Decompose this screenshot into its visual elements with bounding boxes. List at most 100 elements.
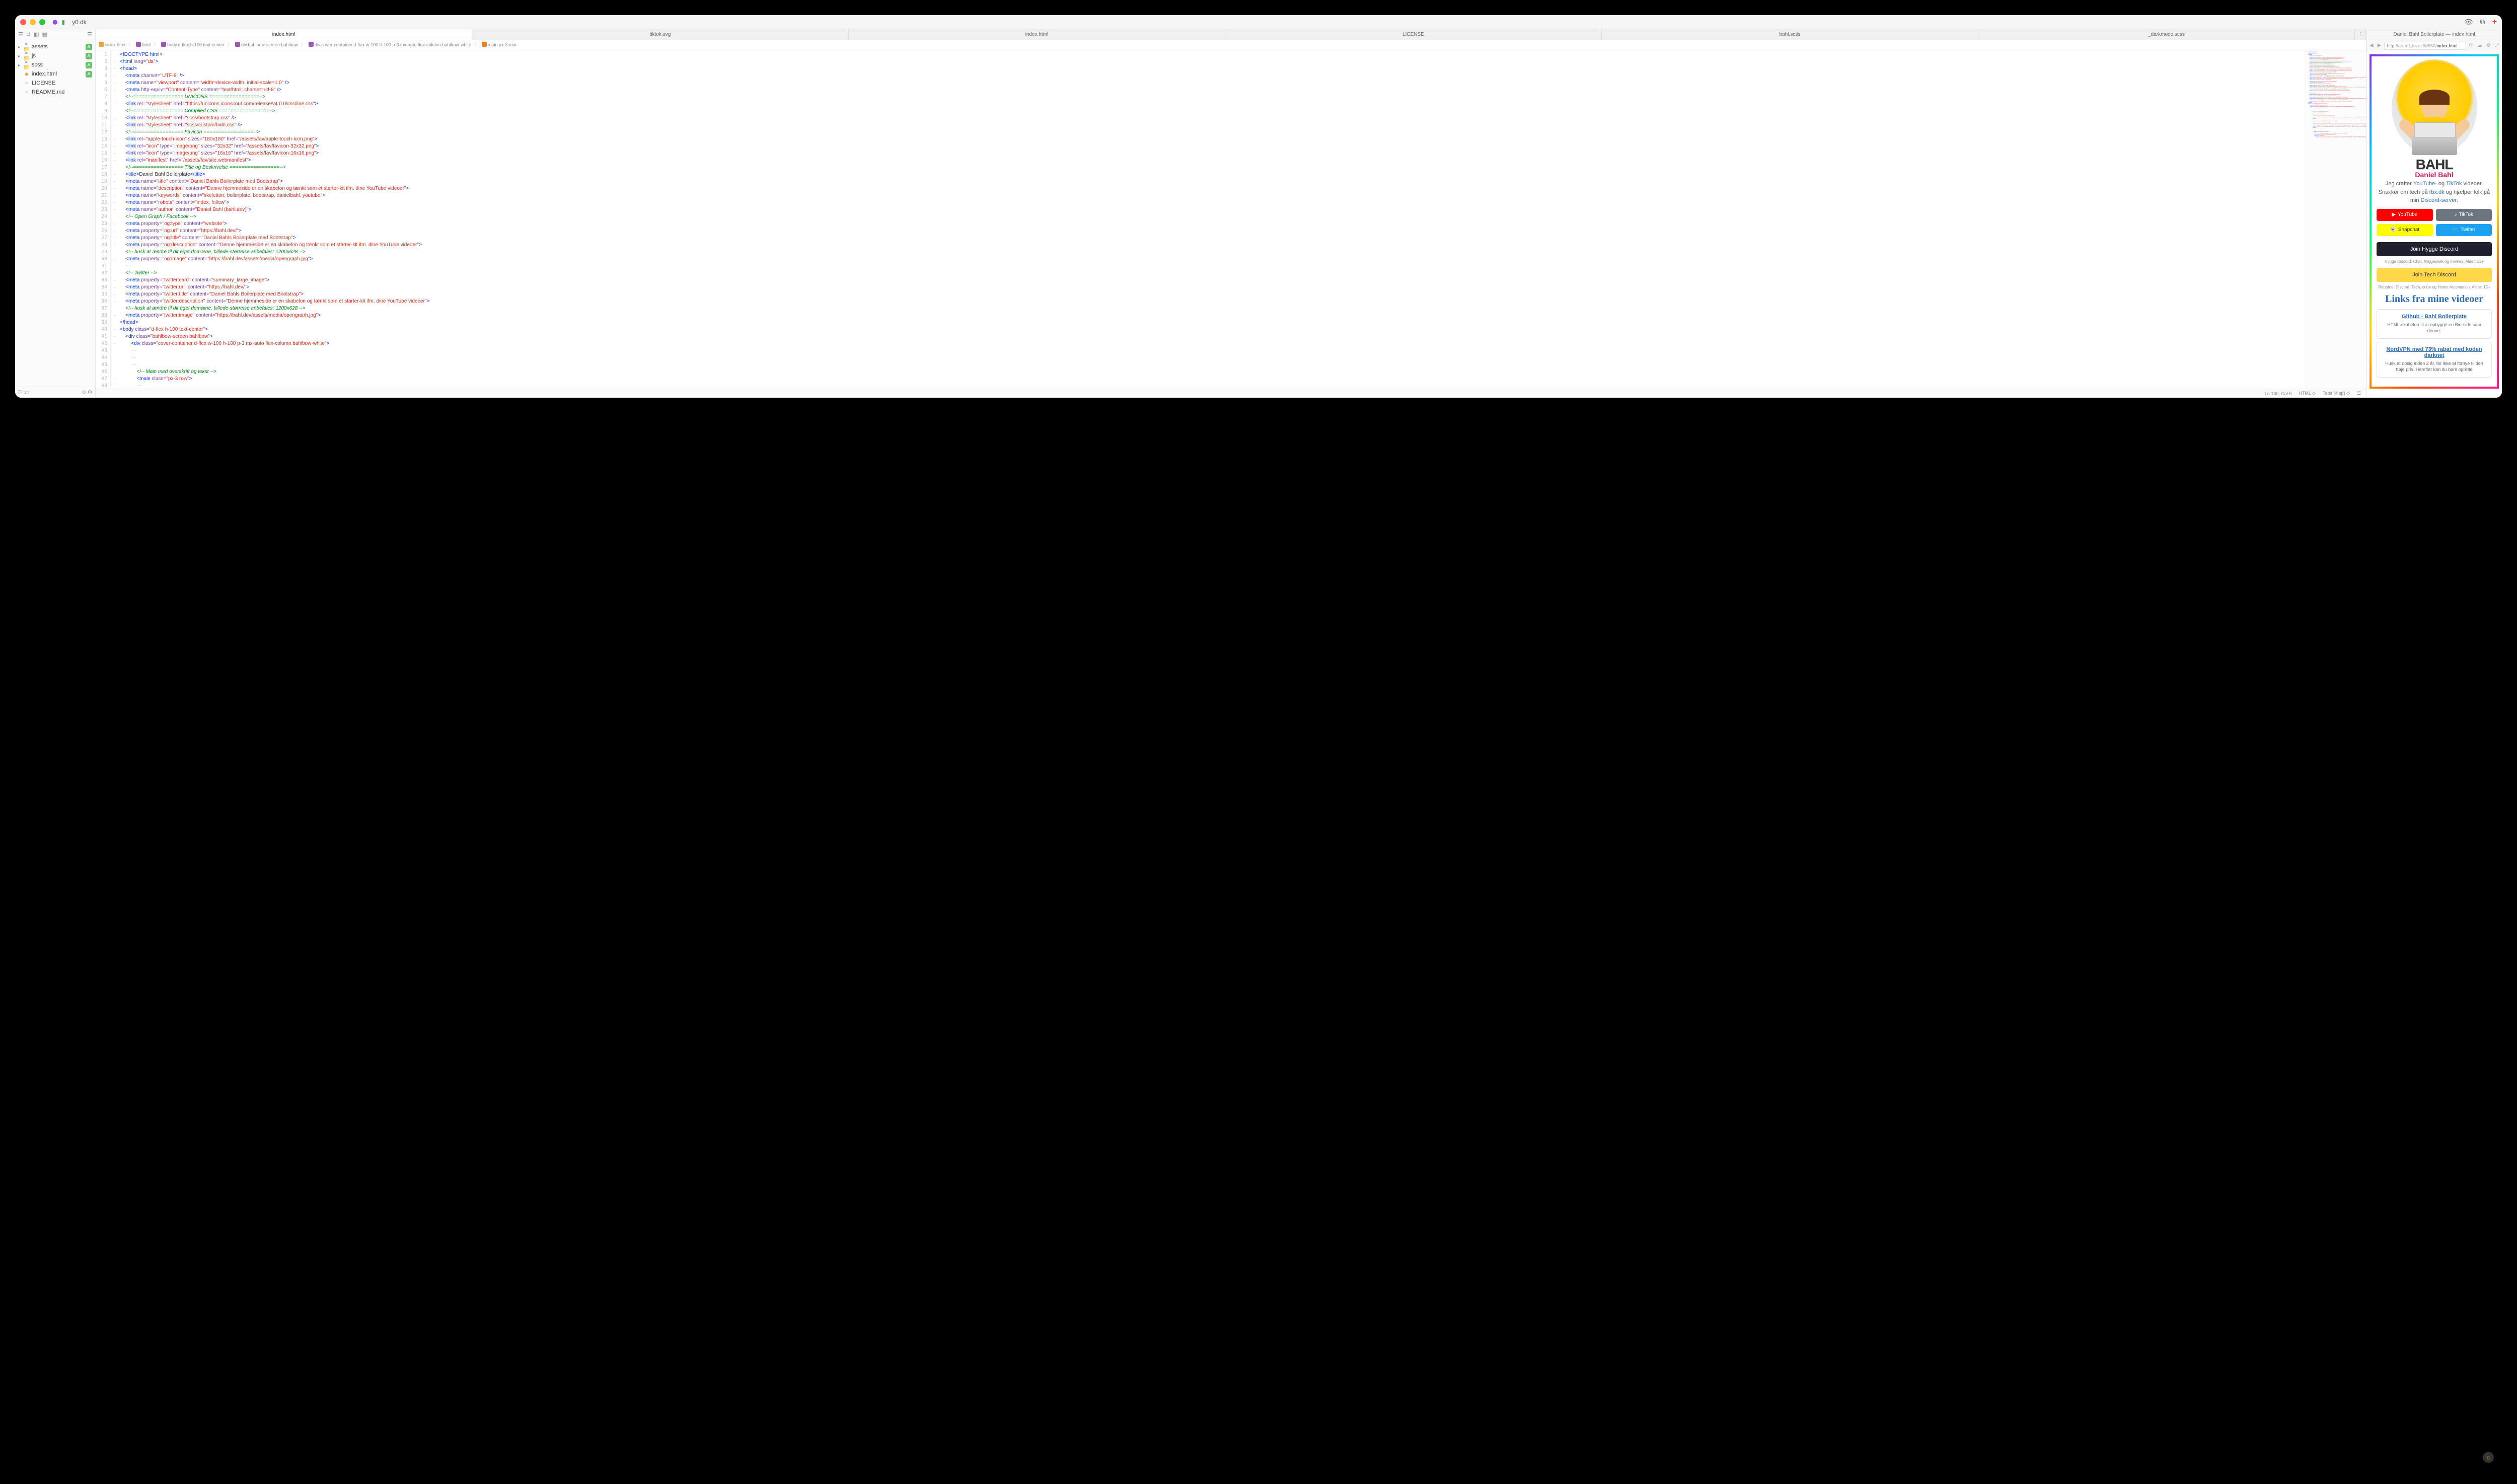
sidebar-tool-5[interactable]: ☰ [87,31,92,38]
crumb[interactable]: div.bahlbow-screen.bahlbow [235,42,298,47]
code-line[interactable]: <main class="px-3 row"> [120,376,2304,383]
tree-item[interactable]: ▫README.md [15,88,95,97]
code-line[interactable]: <!-- Twitter --> [120,270,2304,277]
code-line[interactable]: <html lang="da"> [120,58,2304,65]
code-line[interactable]: ⋯ [120,263,2304,270]
code-line[interactable]: <!-- husk at ændre til dit eget domæne, … [120,249,2304,256]
minimap[interactable]: <!DOCTYPE html><html lang="da"><head> <m… [2306,49,2366,389]
editor-tab[interactable]: _darkmode.scss [1978,29,2355,40]
crumb[interactable]: div.cover-container.d-flex.w-100.h-100.p… [309,42,471,47]
code-line[interactable]: <meta http-equiv="Content-Type" content=… [120,87,2304,94]
status-menu-icon[interactable]: ☰ [2357,391,2361,396]
code-line[interactable]: <link rel="apple-touch-icon" sizes="180x… [120,136,2304,143]
nav-fwd-icon[interactable]: ▶ [2377,43,2383,48]
code-line[interactable]: <!-- husk at ændre til dit eget domæne, … [120,305,2304,312]
code-editor[interactable]: <!DOCTYPE html><html lang="da"><head> <m… [118,49,2306,389]
social-button-snapchat[interactable]: 👻Snapchat [2377,224,2433,236]
code-line[interactable]: <meta name="author" content="Daniel Bahl… [120,206,2304,213]
code-line[interactable]: <meta name="title" content="Daniel Bahls… [120,178,2304,185]
code-line[interactable]: <meta name="viewport" content="width=dev… [120,80,2304,87]
code-line[interactable]: <head> [120,65,2304,72]
indent-mode[interactable]: Tabs (4 sp) ◇ [2323,391,2350,396]
social-button-tiktok[interactable]: ♪TikTok [2436,209,2492,221]
code-line[interactable]: <meta property="og:description" content=… [120,242,2304,249]
code-line[interactable]: <meta property="og:title" content="Danie… [120,235,2304,242]
code-line[interactable]: ⋯ [120,354,2304,361]
editor-tab[interactable]: tiktok.svg [472,29,849,40]
code-line[interactable]: ⋯ [120,361,2304,368]
filter-settings-icon[interactable]: ⊖ ⚙ [82,390,92,395]
tree-item[interactable]: ◆index.htmlA [15,69,95,79]
darkmode-toggle[interactable]: ☼ [2483,1452,2494,1463]
expand-icon[interactable]: ⤢ [2494,43,2500,48]
code-line[interactable]: <meta name="description" content="Denne … [120,185,2304,192]
code-line[interactable]: <title>Daniel Bahl Boilerplate</title> [120,171,2304,178]
code-line[interactable]: <div class="cover-container d-flex w-100… [120,340,2304,347]
code-line[interactable]: <link rel="stylesheet" href="https://uni… [120,101,2304,108]
preview-icon[interactable]: 👁 [2464,18,2473,26]
code-line[interactable]: <!--================= Favicon ==========… [120,129,2304,136]
code-line[interactable]: <meta property="twitter:card" content="s… [120,277,2304,284]
code-line[interactable]: <link rel="stylesheet" href="scss/bootst… [120,115,2304,122]
code-line[interactable]: <link rel="stylesheet" href="scss/custom… [120,122,2304,129]
editor-tab[interactable]: index.html [849,29,1225,40]
cloud-icon[interactable]: ☁ [2476,43,2483,48]
link-card[interactable]: Github - Bahl BoilerplateHTML-skabelon t… [2377,309,2492,339]
sidebar-tool-4[interactable]: ▦ [42,31,47,38]
code-line[interactable]: <meta property="twitter:title" content="… [120,291,2304,298]
code-line[interactable]: <meta property="og:type" content="websit… [120,220,2304,228]
social-button-youtube[interactable]: ▶YouTube [2377,209,2433,221]
tree-item[interactable]: ▸▸📁scssA [15,60,95,69]
split-icon[interactable]: ⧉ [2480,18,2485,26]
code-line[interactable]: <link rel="icon" type="image/png" sizes=… [120,143,2304,150]
editor-tab[interactable]: ⋮ [2355,29,2366,40]
zoom-button[interactable] [39,19,45,25]
code-line[interactable]: <!--================= UNICONS ==========… [120,94,2304,101]
preview-body[interactable]: BAHL Daniel Bahl Jeg crafter YouTube- og… [2366,51,2502,398]
code-line[interactable]: ⋯ [120,347,2304,354]
code-line[interactable]: <meta property="twitter:url" content="ht… [120,284,2304,291]
code-line[interactable]: <!-- Open Graph / Facebook --> [120,213,2304,220]
code-line[interactable]: <body class="d-flex h-100 text-center"> [120,326,2304,333]
code-line[interactable]: ⋯ [120,383,2304,389]
code-line[interactable]: <meta name="robots" content="index, foll… [120,199,2304,206]
crumb[interactable]: body.d-flex.h-100.text-center [161,42,225,47]
social-button-twitter[interactable]: 🐦Twitter [2436,224,2492,236]
sidebar-tool-3[interactable]: ◧ [34,31,39,38]
code-line[interactable]: <!--================= Title og Beskrivel… [120,164,2304,171]
crumb[interactable]: index.html [99,42,125,47]
sidebar-tool-1[interactable]: ☰ [18,31,23,38]
code-line[interactable]: </head> [120,319,2304,326]
crumb[interactable]: html [136,42,151,47]
code-line[interactable]: <link rel="manifest" href="/assets/fav/s… [120,157,2304,164]
code-line[interactable]: <meta property="og:image" content="https… [120,256,2304,263]
editor-tab[interactable]: index.html [96,29,472,40]
minimize-button[interactable] [30,19,36,25]
close-button[interactable] [20,19,26,25]
reload-icon[interactable]: ⟳ [2468,43,2474,48]
settings-icon[interactable]: ⚙ [2485,43,2492,48]
editor-tab[interactable]: bahl.scss [1602,29,1978,40]
code-line[interactable]: <!--================= Compiled CSS =====… [120,108,2304,115]
code-line[interactable]: <!-- Main med overskrift og tekst --> [120,368,2304,376]
cursor-position[interactable]: Ln 130, Col 5 [2265,391,2292,396]
address-input[interactable]: http://air-m1.local:50650/index.html [2384,42,2466,50]
code-line[interactable]: <meta property="twitter:description" con… [120,298,2304,305]
tree-item[interactable]: ▫LICENSE [15,79,95,88]
code-line[interactable]: <div class="bahlbow-screen bahlbow"> [120,333,2304,340]
code-line[interactable]: <meta property="twitter:image" content="… [120,312,2304,319]
nav-back-icon[interactable]: ◀ [2368,43,2375,48]
editor-tab[interactable]: LICENSE [1225,29,1602,40]
language-mode[interactable]: HTML ◇ [2299,391,2316,396]
sidebar-tool-2[interactable]: ↺ [26,31,31,38]
code-line[interactable]: <meta name="keywords" content="skeletton… [120,192,2304,199]
code-line[interactable]: <!DOCTYPE html> [120,51,2304,58]
code-line[interactable]: <meta property="og:url" content="https:/… [120,228,2304,235]
link-card[interactable]: NordVPN med 73% rabat med koden darknetH… [2377,342,2492,378]
discord-hygge-button[interactable]: Join Hygge Discord [2377,242,2492,256]
crumb[interactable]: main.px-3.row [482,42,516,47]
filter-input[interactable]: Filter [18,390,29,395]
code-line[interactable]: <link rel="icon" type="image/png" sizes=… [120,150,2304,157]
code-line[interactable]: <meta charset="UTF-8" /> [120,72,2304,80]
add-icon[interactable]: + [2492,18,2497,27]
